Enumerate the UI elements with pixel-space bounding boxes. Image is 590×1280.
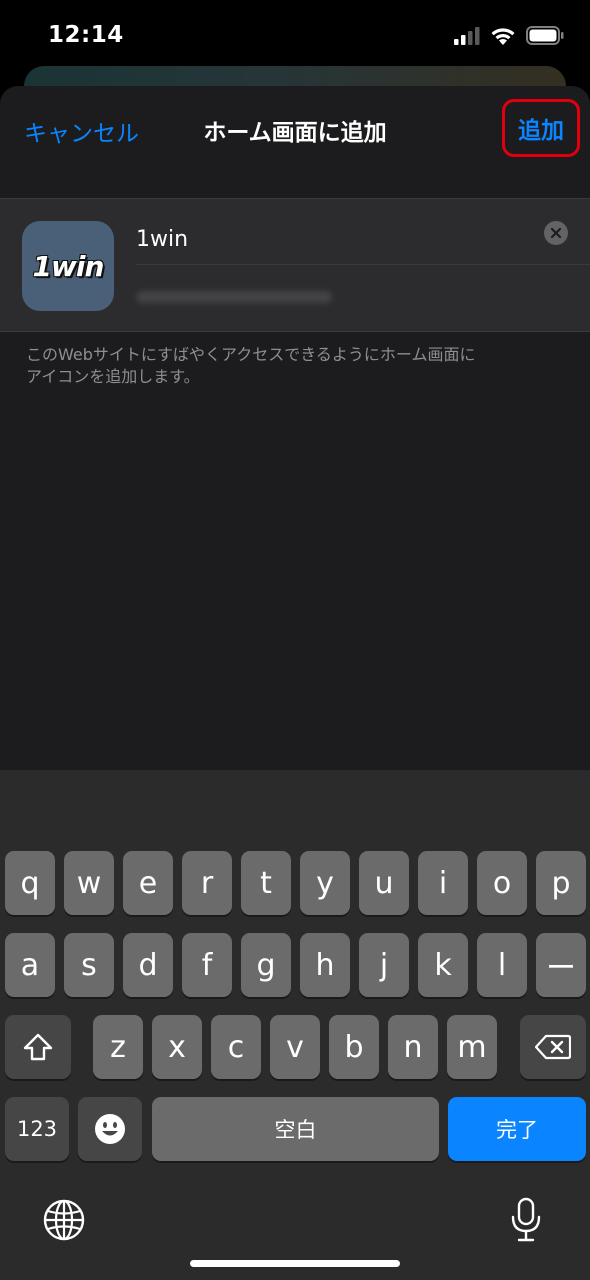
status-icons (454, 26, 564, 45)
emoji-key[interactable] (78, 1097, 142, 1161)
key-f[interactable]: f (182, 933, 232, 997)
url-field (136, 283, 336, 309)
nav-bar: キャンセル ホーム画面に追加 追加 (0, 86, 590, 176)
key-long-vowel[interactable]: ー (536, 933, 586, 997)
status-time: 12:14 (48, 22, 124, 48)
add-button[interactable]: 追加 (502, 99, 580, 157)
wifi-icon (491, 28, 515, 45)
name-field[interactable] (136, 219, 590, 265)
key-a[interactable]: a (5, 933, 55, 997)
key-e[interactable]: e (123, 851, 173, 915)
description-text: このWebサイトにすばやくアクセスできるようにホーム画面に アイコンを追加します… (26, 345, 476, 386)
key-o[interactable]: o (477, 851, 527, 915)
delete-icon (535, 1034, 571, 1060)
key-w[interactable]: w (64, 851, 114, 915)
home-indicator (190, 1260, 400, 1267)
app-icon: 1win (22, 221, 114, 311)
emoji-icon (95, 1114, 125, 1144)
cellular-signal-icon (454, 26, 480, 45)
microphone-icon[interactable] (504, 1194, 548, 1246)
key-i[interactable]: i (418, 851, 468, 915)
key-b[interactable]: b (329, 1015, 379, 1079)
bookmark-form: 1win (0, 198, 590, 332)
globe-icon[interactable] (40, 1198, 88, 1242)
key-x[interactable]: x (152, 1015, 202, 1079)
clear-icon[interactable] (544, 221, 568, 245)
key-j[interactable]: j (359, 933, 409, 997)
key-s[interactable]: s (64, 933, 114, 997)
key-g[interactable]: g (241, 933, 291, 997)
key-p[interactable]: p (536, 851, 586, 915)
battery-icon (526, 26, 564, 45)
key-q[interactable]: q (5, 851, 55, 915)
shift-key[interactable] (5, 1015, 71, 1079)
delete-key[interactable] (520, 1015, 586, 1079)
done-key[interactable]: 完了 (448, 1097, 586, 1161)
key-r[interactable]: r (182, 851, 232, 915)
key-m[interactable]: m (447, 1015, 497, 1079)
key-v[interactable]: v (270, 1015, 320, 1079)
app-logo: 1win (32, 249, 105, 283)
key-z[interactable]: z (93, 1015, 143, 1079)
key-l[interactable]: l (477, 933, 527, 997)
key-t[interactable]: t (241, 851, 291, 915)
key-d[interactable]: d (123, 933, 173, 997)
key-y[interactable]: y (300, 851, 350, 915)
key-c[interactable]: c (211, 1015, 261, 1079)
blurred-url (136, 291, 332, 303)
space-key[interactable]: 空白 (152, 1097, 439, 1161)
keyboard: q w e r t y u i o p a s d f g h j k l ー … (0, 770, 590, 1280)
name-input[interactable] (136, 219, 516, 259)
shift-icon (23, 1033, 53, 1061)
key-k[interactable]: k (418, 933, 468, 997)
numbers-key[interactable]: 123 (5, 1097, 69, 1161)
key-h[interactable]: h (300, 933, 350, 997)
key-u[interactable]: u (359, 851, 409, 915)
key-n[interactable]: n (388, 1015, 438, 1079)
